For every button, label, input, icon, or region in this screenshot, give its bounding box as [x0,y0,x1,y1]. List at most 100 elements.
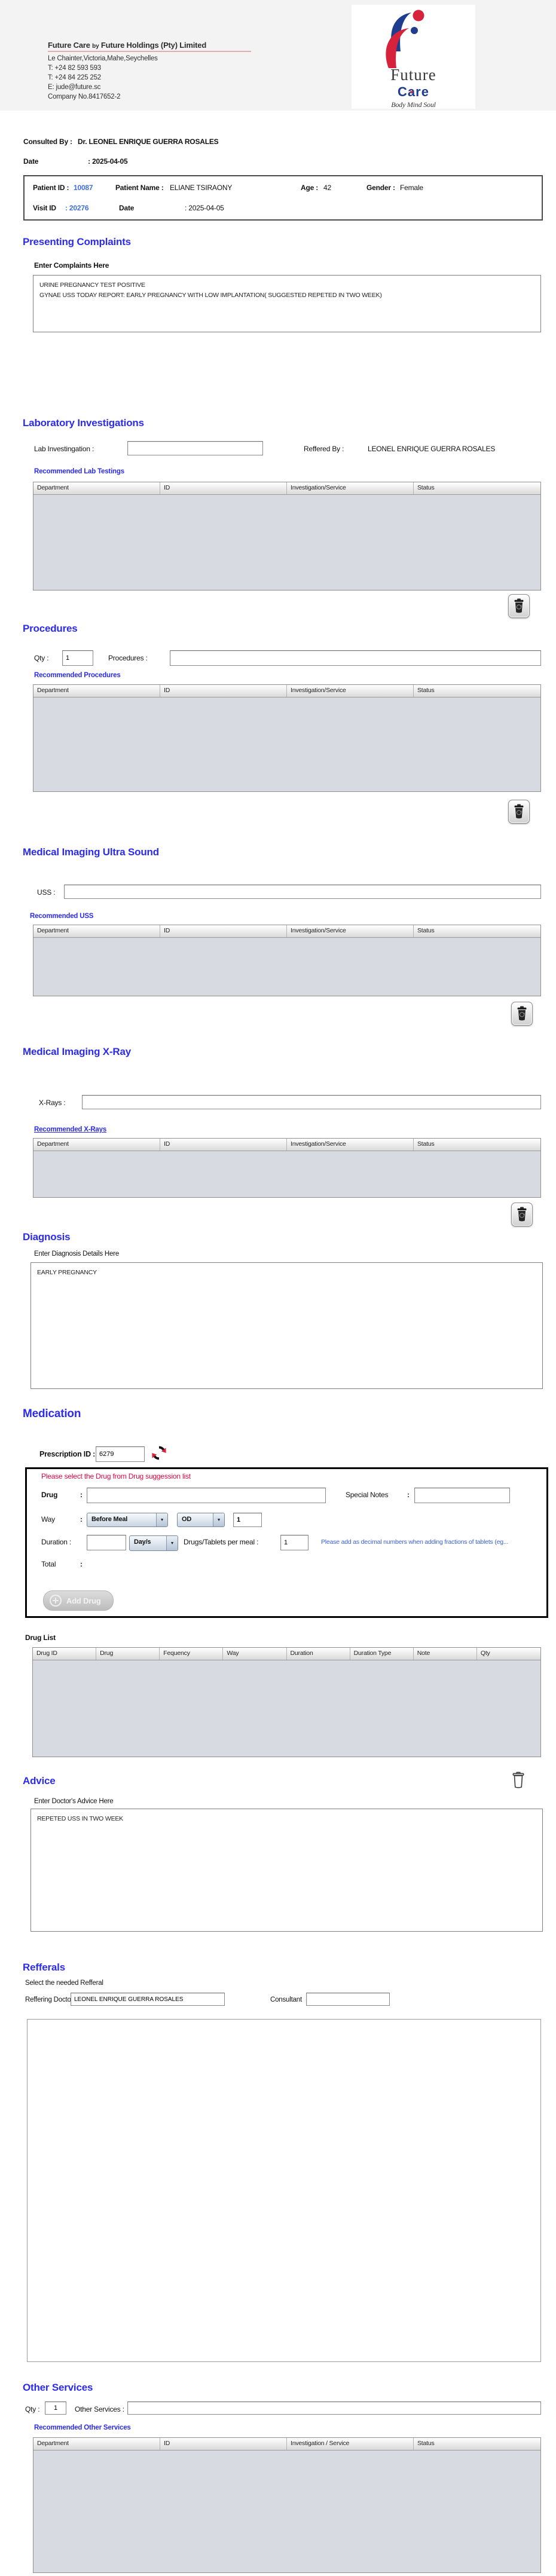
procedures-col-department[interactable]: Department [33,685,160,697]
xray-input[interactable] [82,1095,541,1109]
trash-icon [516,1006,528,1021]
xray-table-body[interactable] [33,1151,540,1197]
lab-col-department[interactable]: Department [33,482,160,494]
drug-input[interactable] [87,1488,326,1503]
xray-col-id[interactable]: ID [160,1139,287,1151]
procedures-col-status[interactable]: Status [414,685,540,697]
uss-table-body[interactable] [33,938,540,996]
company-address: Le Chainter,Victoria,Mahe,Seychelles [48,54,251,63]
company-email: E: jude@future.sc [48,82,251,92]
referral-list-box[interactable] [27,2019,541,2362]
uss-col-service[interactable]: Investigation/Service [287,925,414,937]
xray-col-status[interactable]: Status [414,1139,540,1151]
procedures-col-service[interactable]: Investigation/Service [287,685,414,697]
xray-col-service[interactable]: Investigation/Service [287,1139,414,1151]
other-services-body[interactable] [33,2450,540,2572]
prescription-form-page: Future Care by Future Holdings (Pty) Lim… [0,0,556,2576]
other-services-input[interactable] [127,2401,541,2415]
prescription-refresh-button[interactable] [150,1444,168,1462]
lab-col-id[interactable]: ID [160,482,287,494]
plus-icon [50,1595,62,1607]
drug-col-qty[interactable]: Qty [477,1648,540,1660]
lab-referred-by-label: Reffered By : [304,445,344,453]
special-notes-input[interactable] [414,1488,510,1503]
way-qty-input[interactable] [233,1513,262,1527]
logo-care-c: C [398,84,408,99]
procedures-input-label: Procedures : [108,654,148,662]
other-col-service[interactable]: Investigation / Service [287,2438,414,2450]
frequency-select[interactable]: OD ▼ [177,1513,225,1527]
consultant-input[interactable] [306,1993,390,2006]
lab-table-body[interactable] [33,495,540,590]
drug-col-way[interactable]: Way [223,1648,286,1660]
complaints-label: Enter Complaints Here [34,261,109,270]
uss-col-department[interactable]: Department [33,925,160,937]
procedures-delete-button[interactable] [508,800,530,824]
age-value: 42 [323,183,331,192]
lab-investigation-input[interactable] [127,441,263,455]
diagnosis-textarea[interactable]: EARLY PREGNANCY [30,1262,543,1389]
per-meal-input[interactable] [280,1535,308,1550]
other-col-department[interactable]: Department [33,2438,160,2450]
drug-col-drug[interactable]: Drug [96,1648,160,1660]
drug-col-note[interactable]: Note [414,1648,477,1660]
uss-delete-button[interactable] [511,1002,533,1026]
duration-type-select[interactable]: Day/s ▼ [129,1535,178,1551]
refresh-icon [151,1445,167,1461]
age-label: Age : [301,183,318,192]
add-drug-button[interactable]: Add Drug [43,1590,114,1611]
drug-col-frequency[interactable]: Fequency [160,1648,223,1660]
uss-col-status[interactable]: Status [414,925,540,937]
uss-col-id[interactable]: ID [160,925,287,937]
uss-input[interactable] [64,885,541,899]
drug-col-duration-type[interactable]: Duration Type [350,1648,414,1660]
company-phone-1: T: +24 82 593 593 [48,63,251,73]
drug-col-id[interactable]: Drug ID [33,1648,96,1660]
drug-col-duration[interactable]: Duration [287,1648,350,1660]
trash-icon [513,598,525,614]
other-col-id[interactable]: ID [160,2438,287,2450]
prescription-id-input[interactable] [96,1446,145,1462]
uss-table-header: Department ID Investigation/Service Stat… [33,925,540,938]
way-select[interactable]: Before Meal ▼ [87,1513,168,1527]
company-title-rest: Future Holdings (Pty) Limited [99,41,206,50]
lab-col-service[interactable]: Investigation/Service [287,482,414,494]
recommended-xrays-label: Recommended X-Rays [34,1126,106,1133]
procedures-input[interactable] [170,650,541,666]
drug-suggestion-hint: Please select the Drug from Drug suggess… [41,1472,191,1480]
advice-textarea[interactable]: REPETED USS IN TWO WEEK [30,1809,543,1932]
drug-colon: : [80,1491,83,1499]
xray-delete-button[interactable] [511,1203,533,1226]
drug-list-header: Drug ID Drug Fequency Way Duration Durat… [33,1648,540,1660]
other-col-status[interactable]: Status [414,2438,540,2450]
procedures-table-header: Department ID Investigation/Service Stat… [33,685,540,697]
drug-list-body[interactable] [33,1660,540,1757]
duration-input[interactable] [87,1535,126,1550]
drug-delete-button[interactable] [509,1769,527,1791]
section-title-laboratory: Laboratory Investigations [23,417,144,429]
lab-delete-button[interactable] [508,594,530,618]
procedures-qty-label: Qty : [34,654,48,662]
trash-icon [513,804,525,819]
duration-type-value: Day/s [130,1536,166,1550]
lab-col-status[interactable]: Status [414,482,540,494]
section-title-presenting-complaints: Presenting Complaints [23,236,131,248]
company-info: Future Care by Future Holdings (Pty) Lim… [48,41,251,102]
procedures-qty-input[interactable] [62,650,93,666]
procedures-col-id[interactable]: ID [160,685,287,697]
complaints-textarea[interactable]: URINE PREGNANCY TEST POSITIVE GYNAE USS … [33,275,541,332]
patient-name-label: Patient Name : [115,183,164,192]
logo-care-a: a♥ [408,84,416,99]
other-services-table: Department ID Investigation / Service St… [33,2437,541,2573]
company-number: Company No.8417652-2 [48,92,251,102]
drug-label: Drug [41,1491,57,1499]
referring-doctor-input[interactable] [71,1993,225,2006]
other-services-label: Other Services : [75,2405,124,2413]
xray-col-department[interactable]: Department [33,1139,160,1151]
frequency-select-value: OD [178,1513,213,1526]
procedures-table-body[interactable] [33,697,540,791]
patient-id-label: Patient ID : [33,183,69,192]
other-qty-input[interactable] [45,2401,66,2415]
company-title: Future Care by Future Holdings (Pty) Lim… [48,41,251,52]
uss-input-label: USS : [37,888,55,897]
